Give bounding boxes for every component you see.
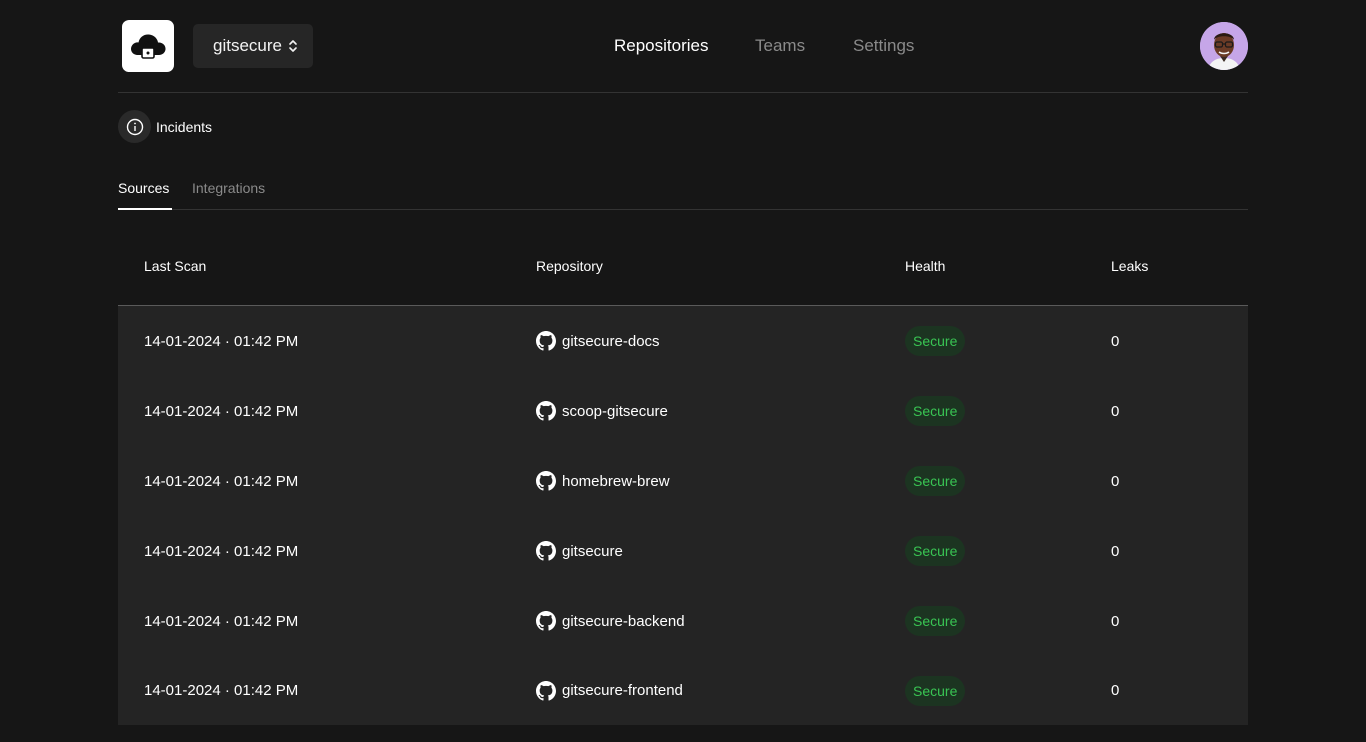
last-scan-cell: 14-01-2024 · 01:42 PM: [144, 472, 299, 490]
repository-cell[interactable]: gitsecure: [536, 516, 623, 586]
table-header: Last Scan Repository Health Leaks: [118, 226, 1248, 306]
last-scan-cell: 14-01-2024 · 01:42 PM: [144, 682, 299, 699]
leaks-cell: 0: [1111, 472, 1120, 490]
cloud-lock-icon: [131, 34, 166, 59]
last-scan-cell: 14-01-2024 · 01:42 PM: [144, 542, 299, 560]
repository-cell[interactable]: gitsecure-docs: [536, 306, 660, 376]
status-badge: Secure: [905, 326, 966, 356]
incidents-label: Incidents: [156, 118, 213, 135]
tab-sources[interactable]: Sources: [118, 180, 172, 210]
github-icon: [536, 401, 556, 421]
tab-integrations[interactable]: Integrations: [192, 180, 265, 196]
nav-settings[interactable]: Settings: [853, 36, 914, 56]
github-icon: [536, 331, 556, 351]
table-row[interactable]: 14-01-2024 · 01:42 PM scoop-gitsecure Se…: [118, 376, 1248, 446]
last-scan-cell: 14-01-2024 · 01:42 PM: [144, 332, 299, 350]
github-icon: [536, 541, 556, 561]
repository-cell[interactable]: gitsecure-backend: [536, 586, 685, 656]
repository-name: gitsecure-docs: [562, 332, 660, 350]
nav-teams[interactable]: Teams: [755, 36, 805, 56]
status-badge: Secure: [905, 606, 966, 636]
health-cell: Secure: [905, 446, 966, 516]
repositories-table: Last Scan Repository Health Leaks 14-01-…: [118, 226, 1248, 725]
table-row[interactable]: 14-01-2024 · 01:42 PM gitsecure-docs Sec…: [118, 306, 1248, 376]
repository-name: gitsecure-frontend: [562, 682, 683, 699]
table-row[interactable]: 14-01-2024 · 01:42 PM gitsecure Secure 0: [118, 516, 1248, 586]
leaks-cell: 0: [1111, 332, 1120, 350]
repository-name: scoop-gitsecure: [562, 402, 668, 420]
info-icon: [118, 110, 151, 143]
app-logo[interactable]: [122, 20, 174, 72]
column-header-leaks[interactable]: Leaks: [1111, 258, 1148, 274]
repository-name: gitsecure: [562, 542, 623, 560]
status-badge: Secure: [905, 396, 966, 426]
github-icon: [536, 471, 556, 491]
health-cell: Secure: [905, 376, 966, 446]
status-badge: Secure: [905, 536, 966, 566]
leaks-cell: 0: [1111, 402, 1120, 420]
table-row[interactable]: 14-01-2024 · 01:42 PM gitsecure-backend …: [118, 586, 1248, 656]
repository-cell[interactable]: gitsecure-frontend: [536, 656, 683, 725]
org-switcher[interactable]: gitsecure: [193, 24, 313, 68]
table-row[interactable]: 14-01-2024 · 01:42 PM gitsecure-frontend…: [118, 656, 1248, 725]
health-cell: Secure: [905, 656, 966, 725]
github-icon: [536, 680, 556, 701]
repository-cell[interactable]: homebrew-brew: [536, 446, 670, 516]
column-header-repository[interactable]: Repository: [536, 258, 603, 274]
table-body: 14-01-2024 · 01:42 PM gitsecure-docs Sec…: [118, 306, 1248, 725]
chevron-up-down-icon: [288, 39, 298, 53]
org-name: gitsecure: [213, 36, 282, 55]
incidents-link[interactable]: Incidents: [118, 110, 212, 143]
column-header-last-scan[interactable]: Last Scan: [144, 258, 206, 274]
last-scan-cell: 14-01-2024 · 01:42 PM: [144, 612, 299, 630]
status-badge: Secure: [905, 466, 966, 496]
nav-repositories[interactable]: Repositories: [614, 36, 709, 56]
last-scan-cell: 14-01-2024 · 01:42 PM: [144, 402, 299, 420]
repository-name: gitsecure-backend: [562, 612, 685, 630]
github-icon: [536, 611, 556, 631]
leaks-cell: 0: [1111, 682, 1120, 699]
repository-cell[interactable]: scoop-gitsecure: [536, 376, 668, 446]
status-badge: Secure: [905, 675, 966, 706]
user-avatar[interactable]: [1200, 22, 1248, 70]
health-cell: Secure: [905, 586, 966, 656]
table-row[interactable]: 14-01-2024 · 01:42 PM homebrew-brew Secu…: [118, 446, 1248, 516]
health-cell: Secure: [905, 306, 966, 376]
leaks-cell: 0: [1111, 612, 1120, 630]
top-navigation: gitsecure Repositories Teams Settings: [118, 0, 1248, 93]
health-cell: Secure: [905, 516, 966, 586]
column-header-health[interactable]: Health: [905, 258, 945, 274]
source-tabs: Sources Integrations: [118, 172, 1248, 210]
leaks-cell: 0: [1111, 542, 1120, 560]
repository-name: homebrew-brew: [562, 472, 670, 490]
